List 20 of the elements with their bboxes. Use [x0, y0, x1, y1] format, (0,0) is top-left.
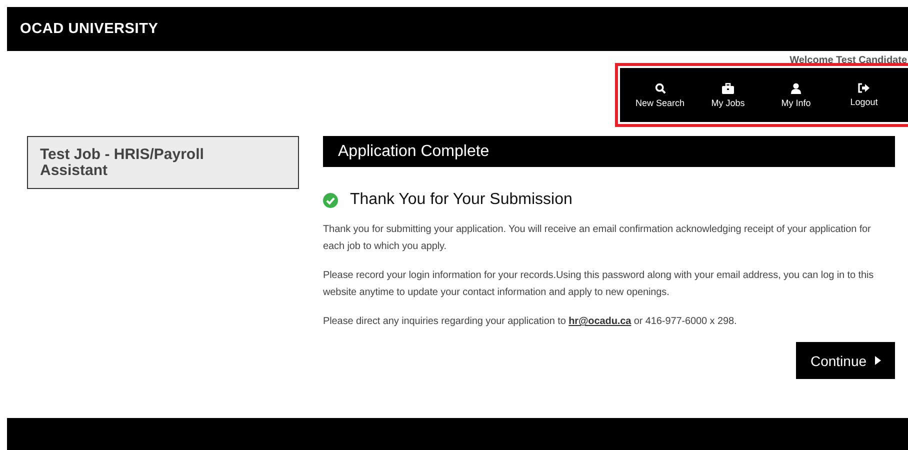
- user-icon: [791, 82, 801, 94]
- logout-icon: [858, 83, 870, 93]
- nav-link[interactable]: Logout: [830, 83, 898, 107]
- briefcase-icon: [722, 82, 734, 94]
- confirmation-heading: Thank You for Your Submission: [350, 191, 572, 209]
- paragraph: Please record your login information for your records.Using this password along with your email address, you can log in to this website anytime to update your contact information and apply to new openings.: [323, 269, 875, 300]
- panel-title: Application Complete: [338, 142, 490, 160]
- nav-link[interactable]: My Jobs: [694, 82, 762, 108]
- email-link[interactable]: hr@ocadu.ca: [568, 316, 632, 327]
- continue-button[interactable]: Continue: [796, 342, 895, 379]
- caret-icon: [874, 356, 881, 365]
- university-logo[interactable]: OCAD UNIVERSITY: [20, 21, 158, 37]
- job-title: Test Job - HRIS/Payroll Assistant: [40, 147, 205, 179]
- contact-paragraph: Please direct any inquiries regarding your application to hr@ocadu.ca or 416-977-6000 x 298.: [323, 315, 738, 329]
- nav-link[interactable]: New Search: [626, 82, 694, 108]
- welcome-text: Welcome Test Candidate: [790, 56, 907, 66]
- nav-link[interactable]: My Info: [762, 82, 830, 108]
- check-icon: [323, 192, 338, 208]
- search-icon: [654, 82, 666, 94]
- paragraph: Thank you for submitting your application. You will receive an email confirmation acknowledging receipt of your application for each job to which you apply.: [323, 223, 872, 254]
